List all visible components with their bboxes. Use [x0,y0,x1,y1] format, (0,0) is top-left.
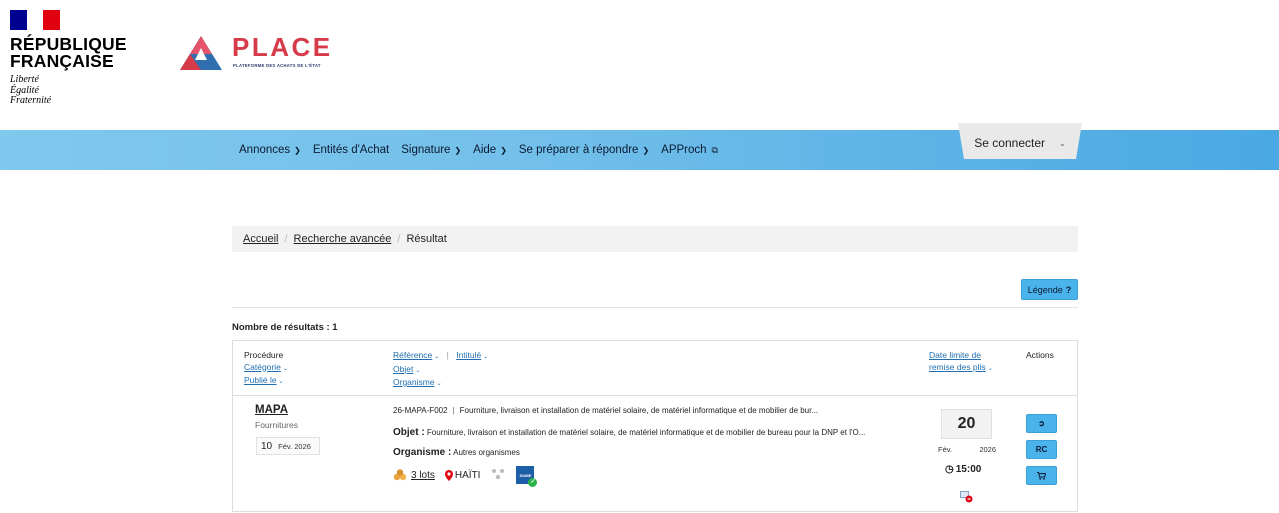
chevron-down-icon: ❯ [294,145,301,155]
lots-link[interactable]: 3 lots [393,469,435,481]
brand-name: PLACE [232,32,333,62]
published-date: 10 Fév. 2026 [256,437,320,455]
chevron-down-icon: ❯ [500,145,507,155]
header-deadline-group: Date limite de remise des plis ⌄ [929,350,993,375]
result-count: Nombre de résultats : 1 [232,322,338,333]
nav-se-preparer[interactable]: Se préparer à répondre ❯ [513,144,655,156]
chevron-down-icon: ⌄ [282,365,288,372]
reference: 26-MAPA-F002 [393,406,448,415]
login-button[interactable]: Se connecter ⌄ [962,128,1078,158]
sort-object-link[interactable]: Objet [393,364,413,374]
breadcrumb-home-link[interactable]: Accueil [243,233,278,245]
breadcrumb-advanced-search-link[interactable]: Recherche avancée [294,233,392,245]
place-logo[interactable]: PLACE PLATEFORME DES ACHATS DE L'ÉTAT [178,32,348,74]
chevron-down-icon: ⌄ [434,354,440,360]
deadline-month-year: Fév. 2026 [938,445,996,454]
cart-icon [1037,471,1046,480]
clock-icon: ◷ [945,464,954,475]
sort-deadline-link[interactable]: Date limite de remise des plis [929,350,986,372]
map-pin-icon [444,469,453,481]
breadcrumb-separator: / [284,233,288,245]
header-procedure: Procédure [244,350,284,360]
republic-motto: Liberté Égalité Fraternité [10,74,52,106]
procedure-type: MAPA [255,404,289,416]
table-header: Procédure Catégorie ⌄ Publié le ⌄ Référenc… [233,341,1077,396]
republique-francaise-logo[interactable]: RÉPUBLIQUE FRANÇAISE Liberté Égalité Fra… [10,10,140,107]
chevron-down-icon: ⌄ [1059,138,1066,148]
nav-annonces[interactable]: Annonces ❯ [233,144,307,156]
legend-button[interactable]: Légende? [1021,279,1078,300]
header-actions: Actions [1026,350,1054,360]
sort-title-link[interactable]: Intitulé [456,350,481,360]
published-day: 10 [261,440,273,452]
french-flag-icon [10,10,61,30]
republic-name: RÉPUBLIQUE FRANÇAISE [10,34,127,71]
sort-organism-link[interactable]: Organisme [393,377,435,387]
published-month-year: Fév. 2026 [278,441,311,451]
reference-title-line: 26-MAPA-F002 | Fourniture, livraison et in… [393,406,819,415]
object-text: Fourniture, livraison et installation de… [426,428,866,437]
brand-subtitle: PLATEFORME DES ACHATS DE L'ÉTAT [233,63,321,68]
chevron-down-icon: ❯ [454,145,462,155]
check-icon: ✓ [528,478,538,487]
nav-approch[interactable]: APProch ⧉ [655,144,724,156]
deadline: 20 Fév. 2026 ◷ 15:00 [938,409,996,485]
organism-label: Organisme : [393,447,452,458]
organism-line: Organisme : Autres organismes [393,447,520,458]
chevron-down-icon: ⌄ [278,379,284,385]
sort-category-link[interactable]: Catégorie [244,362,281,372]
place-triangle-icon [180,36,222,70]
nav-signature[interactable]: Signature ❯ [395,144,467,156]
sort-reference-link[interactable]: Référence [393,350,432,360]
header-procedure-group: Procédure Catégorie ⌄ Publié le ⌄ [244,350,288,389]
header-reference-group: Référence ⌄ | Intitulé ⌄ Objet ⌄ Organisme ⌄ [393,350,489,387]
chevron-down-icon: ❯ [642,145,650,155]
deadline-time: ◷ 15:00 [945,464,982,475]
cart-button[interactable] [1026,466,1057,485]
object-label: Objet : [393,427,425,438]
breadcrumb-current: Résultat [406,233,447,245]
chevron-down-icon: ⌄ [436,381,442,387]
deadline-day: 20 [941,409,992,439]
consortium-icon [492,469,505,480]
meta-line: 3 lots HAÏTI DUME ✓ [393,466,538,487]
results-table: Procédure Catégorie ⌄ Publié le ⌄ Référenc… [232,340,1078,512]
organism-text: Autres organismes [453,448,520,457]
login-action-button[interactable]: ➲ [1026,414,1057,433]
chevron-down-icon: ⌄ [415,367,421,374]
lots-icon [393,469,407,481]
object-line: Objet : Fourniture, livraison et install… [393,427,913,438]
breadcrumb: Accueil / Recherche avancée / Résultat [232,226,1078,252]
external-link-icon: ⧉ [711,144,718,155]
chevron-down-icon: ⌄ [483,354,489,360]
location: HAÏTI [444,469,480,481]
dume-icon: DUME ✓ [516,466,538,487]
main-nav: Annonces ❯ Entités d'Achat Signature ❯ Aid… [233,130,724,170]
question-icon: ? [1065,284,1072,295]
rc-button[interactable]: RC [1026,440,1057,459]
chevron-down-icon: ⌄ [987,365,993,372]
title: Fourniture, livraison et installation de… [459,406,819,415]
divider [232,307,1078,308]
electronic-submission-icon [960,491,973,503]
nav-entites-achat[interactable]: Entités d'Achat [307,144,395,156]
sort-published-link[interactable]: Publié le [244,375,277,385]
breadcrumb-separator: / [397,233,401,245]
nav-aide[interactable]: Aide ❯ [467,144,513,156]
sign-in-icon: ➲ [1038,419,1045,428]
procedure-category: Fournitures [255,420,298,430]
